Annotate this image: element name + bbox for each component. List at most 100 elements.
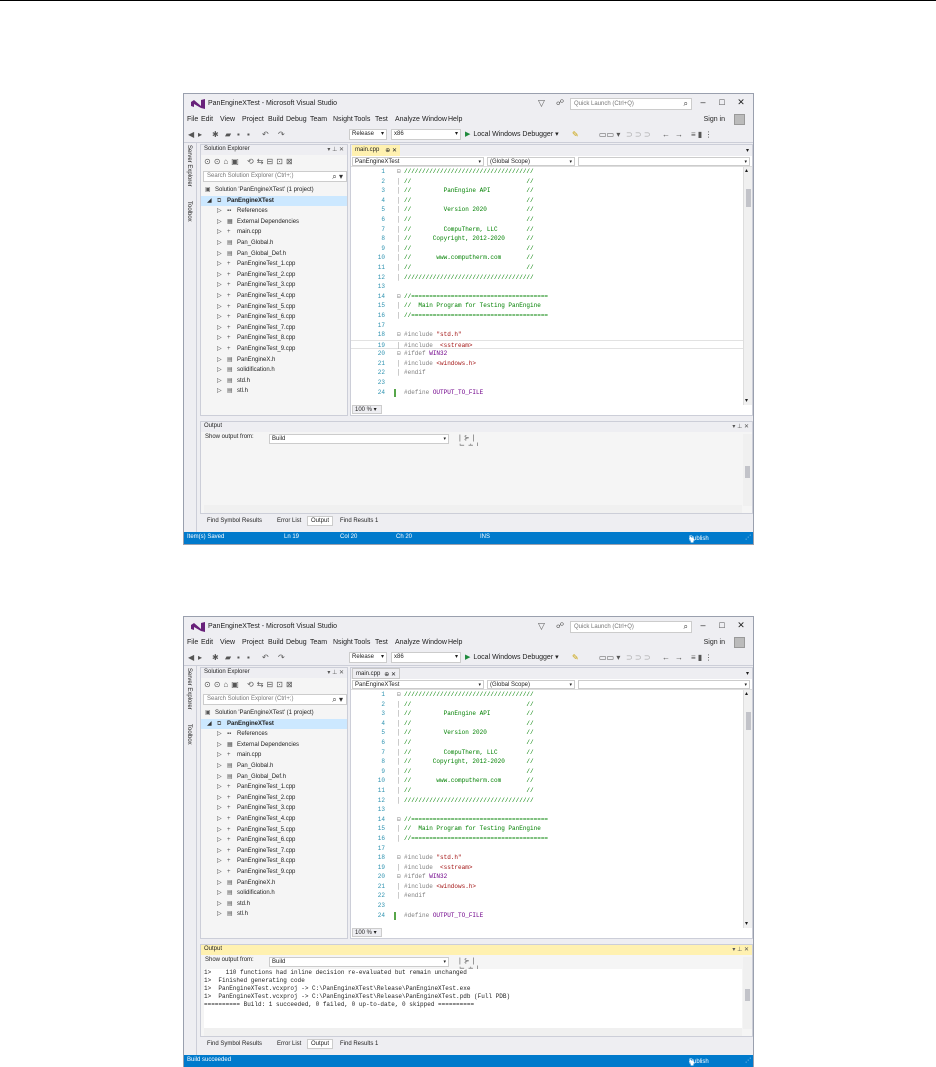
tree-item[interactable]: ▷ ▤ PanEngineX.h (201, 878, 347, 889)
tab-overflow-icon[interactable]: ▾ (746, 670, 749, 677)
expand-arrow-icon[interactable]: ▷ (217, 217, 222, 228)
back-nav-icon[interactable]: ◀ (188, 130, 194, 139)
tree-item[interactable]: ◢ ⧉ PanEngineXTest (201, 195, 347, 207)
start-debugging-button[interactable]: ▶ Local Windows Debugger ▾ (465, 130, 559, 138)
menu-debug[interactable]: Debug (286, 116, 307, 123)
step-icons[interactable]: ≡ ▮ ⋮ (691, 130, 713, 139)
server-explorer-tab[interactable]: Server Explorer (186, 145, 192, 187)
tree-item[interactable]: ▷ + PanEngineTest_7.cpp (201, 846, 347, 857)
tree-item[interactable]: ▷ ▤ stl.h (201, 909, 347, 920)
menu-debug[interactable]: Debug (286, 639, 307, 646)
navigate-forward-icon[interactable]: → (675, 653, 683, 662)
tree-item[interactable]: ▷ + PanEngineTest_5.cpp (201, 825, 347, 836)
expand-arrow-icon[interactable]: ▷ (217, 888, 222, 899)
layout-icon[interactable]: ▭▭ ▾ (599, 653, 620, 662)
fold-marker-icon[interactable]: ⊟ (397, 690, 401, 700)
toolbox-tab[interactable]: Toolbox (186, 724, 192, 745)
tree-item[interactable]: ▷ ▤ std.h (201, 376, 347, 387)
attach-icon[interactable]: ✎ (572, 653, 579, 662)
tab-find-symbol-results[interactable]: Find Symbol Results (204, 1040, 265, 1048)
tree-item[interactable]: ▷ ▤ Pan_Global.h (201, 761, 347, 772)
maximize-button[interactable]: □ (716, 97, 728, 107)
save-all-icon[interactable]: ▪ (247, 653, 250, 662)
platform-select[interactable]: x86 ▾ (391, 652, 461, 663)
expand-arrow-icon[interactable]: ▷ (217, 909, 222, 920)
fold-marker-icon[interactable]: │ (397, 368, 401, 378)
expand-arrow-icon[interactable]: ▷ (217, 259, 222, 270)
tree-item[interactable]: ▷ ▦ External Dependencies (201, 217, 347, 228)
expand-arrow-icon[interactable]: ▷ (217, 899, 222, 910)
publish-button[interactable]: 🡅 Publish ▴ (689, 1057, 709, 1067)
fold-marker-icon[interactable]: │ (397, 767, 401, 777)
tree-item[interactable]: ▣ Solution 'PanEngineXTest' (1 project) (201, 185, 347, 196)
menu-analyze[interactable]: Analyze (395, 116, 420, 123)
fold-marker-icon[interactable]: │ (397, 244, 401, 254)
fold-marker-icon[interactable]: │ (397, 359, 401, 369)
resize-grip-icon[interactable]: ⋰ (745, 1057, 751, 1064)
tab-error-list[interactable]: Error List (274, 1040, 304, 1048)
menu-edit[interactable]: Edit (201, 639, 213, 646)
menu-test[interactable]: Test (375, 116, 388, 123)
tree-item[interactable]: ▷ + main.cpp (201, 227, 347, 238)
tab-find-results-1[interactable]: Find Results 1 (337, 1040, 381, 1048)
scope-select[interactable]: (Global Scope) ▾ (487, 680, 575, 689)
publish-button[interactable]: 🡅 Publish ▴ (689, 534, 709, 544)
expand-arrow-icon[interactable]: ▷ (217, 206, 222, 217)
expand-arrow-icon[interactable]: ▷ (217, 227, 222, 238)
tab-output[interactable]: Output (307, 1039, 334, 1049)
fold-marker-icon[interactable]: │ (397, 719, 401, 729)
tree-item[interactable]: ▷ + PanEngineTest_6.cpp (201, 312, 347, 323)
redo-icon[interactable]: ↷ (278, 130, 285, 139)
fold-marker-icon[interactable]: │ (397, 709, 401, 719)
tree-item[interactable]: ▷ ▤ std.h (201, 899, 347, 910)
expand-arrow-icon[interactable]: ▷ (217, 270, 222, 281)
search-icon[interactable]: ⌕ ▾ (332, 172, 343, 182)
member-select[interactable]: ▾ (578, 157, 750, 166)
fold-marker-icon[interactable]: │ (397, 311, 401, 321)
expand-arrow-icon[interactable]: ▷ (217, 312, 222, 323)
tab-error-list[interactable]: Error List (274, 517, 304, 525)
fold-marker-icon[interactable]: ⊟ (397, 853, 401, 863)
fold-marker-icon[interactable]: │ (397, 738, 401, 748)
feedback-icon[interactable]: ☍ (556, 621, 564, 630)
fold-marker-icon[interactable]: │ (397, 234, 401, 244)
sign-in-link[interactable]: Sign in (704, 639, 725, 646)
tree-item[interactable]: ▷ + PanEngineTest_5.cpp (201, 302, 347, 313)
scope-select[interactable]: (Global Scope) ▾ (487, 157, 575, 166)
open-file-icon[interactable]: ▰ (225, 130, 231, 139)
fold-marker-icon[interactable]: │ (397, 273, 401, 283)
menu-view[interactable]: View (220, 639, 235, 646)
new-project-icon[interactable]: ✱ (212, 653, 219, 662)
expand-arrow-icon[interactable]: ▷ (217, 729, 222, 740)
scroll-up-icon[interactable]: ▴ (745, 167, 748, 174)
bookmark-icons[interactable]: ⊃ ⊃ ⊃ (626, 130, 651, 139)
undo-icon[interactable]: ↶ (262, 653, 269, 662)
panel-controls-icon[interactable]: ▾ ⊥ ✕ (732, 946, 749, 953)
zoom-select[interactable]: 100 % ▾ (352, 928, 382, 937)
expand-arrow-icon[interactable]: ▷ (217, 344, 222, 355)
fold-marker-icon[interactable]: │ (397, 186, 401, 196)
expand-arrow-icon[interactable]: ▷ (217, 750, 222, 761)
expand-arrow-icon[interactable]: ▷ (217, 782, 222, 793)
editor-vertical-scrollbar[interactable]: ▴ ▾ (743, 167, 752, 405)
navigate-forward-icon[interactable]: → (675, 130, 683, 139)
search-icon[interactable]: ⌕ (684, 99, 688, 109)
tab-main-cpp[interactable]: main.cpp ⊕ ✕ (352, 668, 400, 679)
tree-item[interactable]: ▷ ▤ solidification.h (201, 888, 347, 899)
menu-file[interactable]: File (187, 116, 198, 123)
step-icons[interactable]: ≡ ▮ ⋮ (691, 653, 713, 662)
pin-close-icon[interactable]: ⊕ ✕ (384, 671, 396, 678)
pin-close-icon[interactable]: ⊕ ✕ (385, 147, 397, 154)
forward-nav-icon[interactable]: ▸ (198, 130, 202, 139)
project-select[interactable]: PanEngineXTest ▾ (352, 157, 484, 166)
navigate-back-icon[interactable]: ← (662, 130, 670, 139)
close-button[interactable]: ✕ (735, 620, 747, 631)
resize-grip-icon[interactable]: ⋰ (745, 534, 751, 541)
expand-arrow-icon[interactable]: ▷ (217, 280, 222, 291)
fold-marker-icon[interactable]: ⊟ (397, 815, 401, 825)
tree-item[interactable]: ▷ ▦ External Dependencies (201, 740, 347, 751)
search-icon[interactable]: ⌕ (684, 622, 688, 632)
quick-launch-input[interactable]: Quick Launch (Ctrl+Q) ⌕ (570, 98, 692, 110)
expand-arrow-icon[interactable]: ▷ (217, 386, 222, 397)
forward-nav-icon[interactable]: ▸ (198, 653, 202, 662)
